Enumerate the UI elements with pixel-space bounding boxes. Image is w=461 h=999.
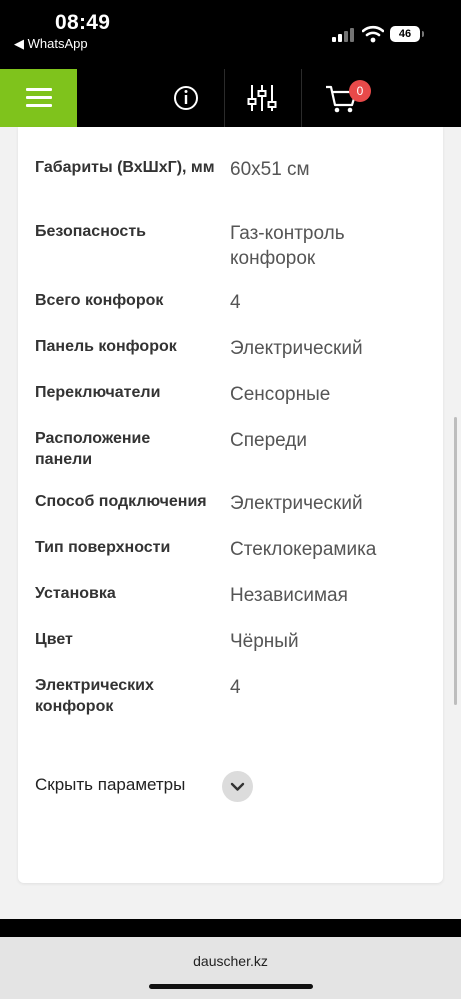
- filter-sliders-icon[interactable]: [246, 69, 278, 127]
- scrollbar[interactable]: [454, 417, 457, 705]
- spec-label: Переключатели: [35, 384, 161, 401]
- page-footer-strip: [0, 919, 461, 937]
- spec-label: Безопасность: [35, 223, 146, 240]
- header-divider: [301, 69, 302, 127]
- spec-value: 60x51 см: [230, 159, 310, 180]
- spec-value: 4: [230, 677, 241, 698]
- product-page: Габариты (ВхШхГ), мм 60x51 см Безопаснос…: [0, 127, 461, 919]
- chevron-button[interactable]: [222, 771, 253, 802]
- home-indicator[interactable]: [149, 984, 313, 989]
- spec-value: Стеклокерамика: [230, 539, 377, 560]
- status-bar: 08:49 ◀ WhatsApp 46: [0, 0, 461, 69]
- spec-value: Чёрный: [230, 631, 299, 652]
- spec-value: Сенсорные: [230, 384, 331, 405]
- hamburger-icon: [26, 88, 52, 91]
- hide-params-toggle[interactable]: Скрыть параметры: [35, 771, 335, 803]
- spec-value: Независимая: [230, 585, 348, 606]
- status-time: 08:49: [55, 11, 111, 34]
- info-icon[interactable]: [171, 69, 201, 127]
- hamburger-icon-line: [26, 104, 52, 107]
- spec-label: Всего конфорок: [35, 292, 164, 309]
- url-text[interactable]: dauscher.kz: [0, 953, 461, 969]
- header-divider: [224, 69, 225, 127]
- spec-label: Электрических конфорок: [35, 677, 154, 715]
- spec-label: Способ подключения: [35, 493, 207, 510]
- spec-label: Панель конфорок: [35, 338, 177, 355]
- spec-label: Габариты (ВхШхГ), мм: [35, 159, 215, 176]
- hide-params-label: Скрыть параметры: [35, 775, 186, 794]
- menu-button[interactable]: [0, 69, 77, 127]
- spec-label: Цвет: [35, 631, 73, 648]
- spec-value: 4: [230, 292, 241, 313]
- spec-value: Спереди: [230, 430, 307, 451]
- spec-value: Электрический: [230, 338, 363, 359]
- site-header: 0: [0, 69, 461, 127]
- cellular-signal-icon: [332, 27, 356, 42]
- back-to-app-link[interactable]: ◀ WhatsApp: [14, 36, 88, 52]
- battery-icon: 46: [390, 26, 424, 42]
- cart-count-badge: 0: [349, 80, 371, 102]
- specs-card: Габариты (ВхШхГ), мм 60x51 см Безопаснос…: [18, 127, 443, 883]
- spec-label: Установка: [35, 585, 116, 602]
- browser-address-bar[interactable]: dauscher.kz: [0, 937, 461, 999]
- spec-label: Расположение панели: [35, 430, 151, 468]
- hamburger-icon-line: [26, 96, 52, 99]
- spec-value: Газ-контроль конфорок: [230, 223, 345, 269]
- spec-value: Электрический: [230, 493, 363, 514]
- spec-label: Тип поверхности: [35, 539, 171, 556]
- chevron-down-icon: [230, 782, 245, 791]
- wifi-icon: [362, 25, 384, 43]
